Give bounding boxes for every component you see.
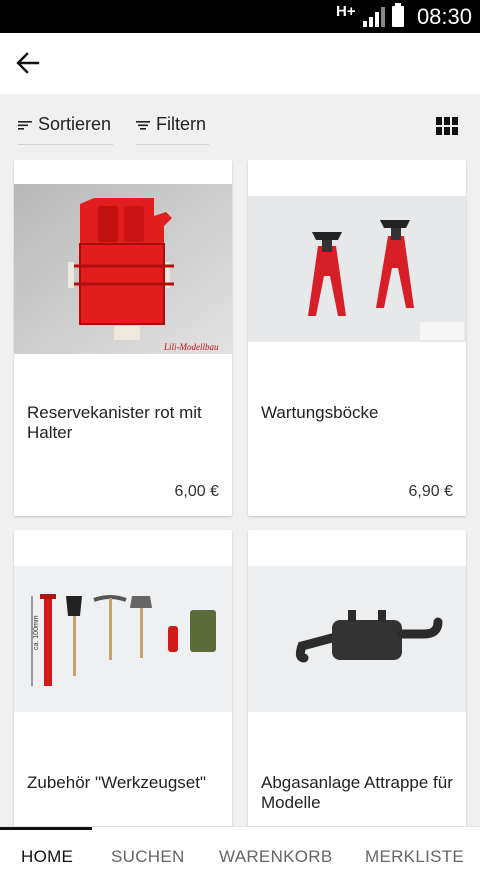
nav-cart[interactable]: WARENKORB (219, 847, 333, 867)
bottom-navigation: HOME SUCHEN WARENKORB MERKLISTE (0, 826, 480, 885)
active-tab-indicator (0, 827, 92, 830)
toolbar: Sortieren Filtern (0, 94, 480, 154)
arrow-left-icon (16, 52, 40, 74)
product-price: 6,90 € (408, 483, 453, 500)
product-price: 6,00 € (174, 483, 219, 500)
product-grid: Lili-Modellbau Reservekanister rot mit H… (0, 160, 480, 826)
app-bar (0, 33, 480, 94)
product-name: Zubehör "Werkzeugset" (27, 773, 207, 792)
dimension-label: ca. 100mm (33, 615, 40, 650)
product-card[interactable]: Lili-Modellbau Reservekanister rot mit H… (14, 160, 232, 516)
grid-view-icon[interactable] (436, 117, 458, 135)
product-card[interactable]: ca. 100mm Zubehör "Werkzeugset" (14, 530, 232, 826)
product-card[interactable]: Wartungsböcke 6,90 € (248, 160, 466, 516)
status-bar: H+ 08:30 (0, 0, 480, 33)
network-type: H+ (336, 3, 356, 20)
sort-icon (18, 120, 32, 130)
product-card[interactable]: Abgasanlage Attrappe für Modelle (248, 530, 466, 826)
watermark-text: Lili-Modellbau (163, 342, 219, 352)
product-image-jerry-can: Lili-Modellbau (14, 184, 232, 354)
nav-wishlist[interactable]: MERKLISTE (365, 847, 464, 867)
product-name: Reservekanister rot mit Halter (27, 403, 202, 442)
filter-label: Filtern (156, 114, 207, 134)
filter-icon (136, 120, 150, 130)
product-name: Abgasanlage Attrappe für Modelle (261, 773, 453, 812)
signal-icon (363, 7, 385, 27)
sort-button[interactable]: Sortieren (18, 107, 113, 145)
product-image-exhaust (248, 566, 466, 712)
battery-icon (392, 3, 404, 27)
product-image-jack-stands (248, 196, 466, 342)
product-name: Wartungsböcke (261, 403, 379, 422)
nav-home[interactable]: HOME (21, 847, 73, 867)
clock: 08:30 (416, 4, 472, 29)
nav-search[interactable]: SUCHEN (111, 847, 185, 867)
back-button[interactable] (10, 47, 46, 79)
sort-label: Sortieren (38, 114, 112, 134)
filter-button[interactable]: Filtern (136, 107, 209, 145)
product-image-tool-set: ca. 100mm (14, 566, 232, 712)
